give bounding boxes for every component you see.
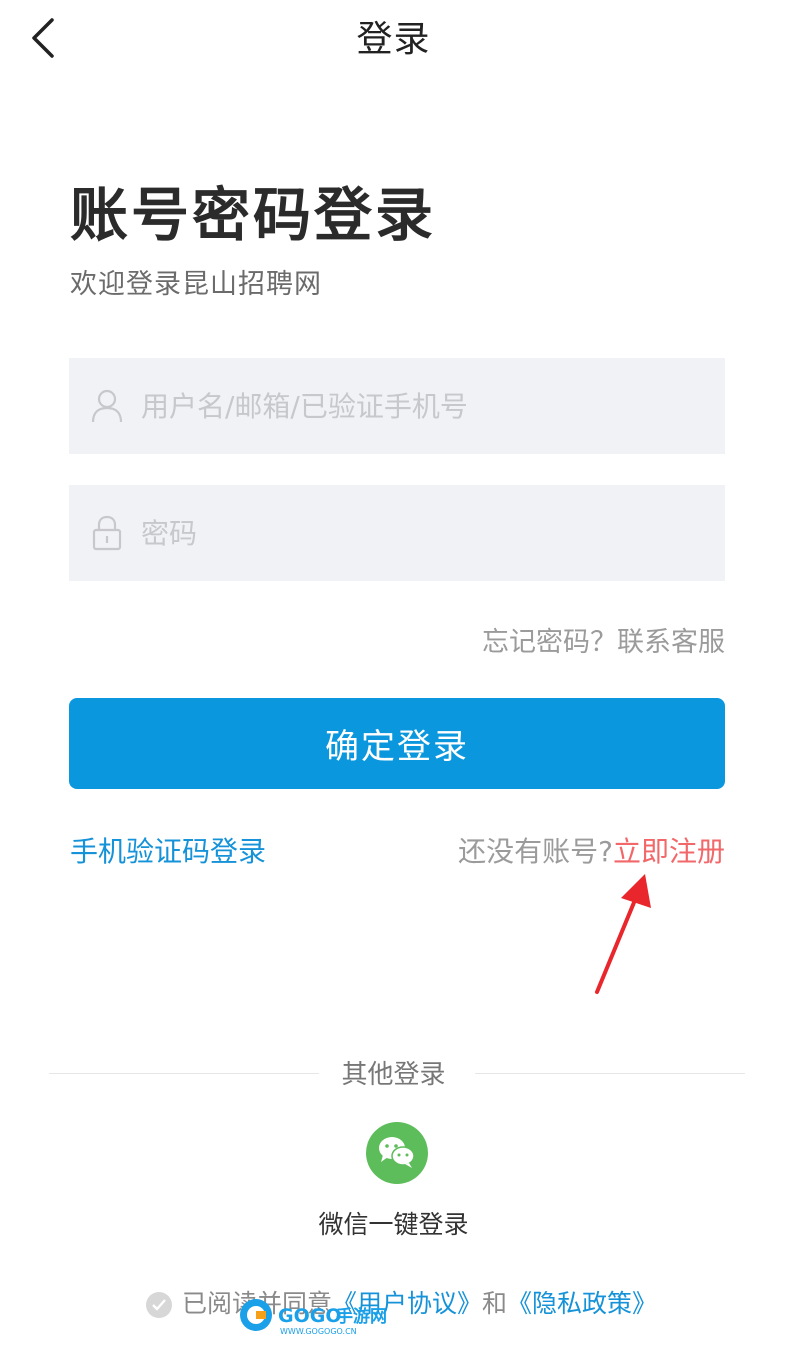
svg-text:GOGO: GOGO bbox=[278, 1305, 342, 1327]
user-icon bbox=[91, 388, 123, 424]
privacy-policy-link[interactable]: 《隐私政策》 bbox=[507, 1289, 657, 1318]
sms-login-link[interactable]: 手机验证码登录 bbox=[70, 830, 266, 870]
agreement-and: 和 bbox=[482, 1289, 508, 1318]
register-prompt: 还没有账号?立即注册 bbox=[458, 830, 725, 870]
page-title: 账号密码登录 bbox=[70, 181, 437, 249]
check-icon bbox=[152, 1299, 166, 1311]
agree-checkbox[interactable] bbox=[146, 1292, 172, 1318]
annotation-arrow-icon bbox=[595, 874, 651, 994]
agreement-row: 已阅读并同意《用户协议》和《隐私政策》 bbox=[146, 1284, 657, 1320]
wechat-login-button[interactable] bbox=[366, 1122, 428, 1184]
password-input[interactable] bbox=[141, 485, 701, 581]
page-subtitle: 欢迎登录昆山招聘网 bbox=[70, 269, 322, 300]
forgot-password-link[interactable]: 忘记密码？联系客服 bbox=[482, 620, 725, 659]
login-button[interactable]: 确定登录 bbox=[69, 698, 725, 789]
username-input[interactable] bbox=[141, 358, 701, 454]
svg-text:手游网: 手游网 bbox=[336, 1306, 387, 1327]
watermark-logo: GOGO 手游网 WWW.GOGOGO.CN bbox=[240, 1299, 387, 1336]
lock-icon bbox=[91, 515, 123, 551]
other-login-label: 其他登录 bbox=[341, 1060, 446, 1090]
register-link[interactable]: 立即注册 bbox=[613, 835, 725, 868]
password-field[interactable] bbox=[69, 485, 725, 581]
header-title: 登录 bbox=[356, 19, 431, 60]
username-field[interactable] bbox=[69, 358, 725, 454]
wechat-login-label: 微信一键登录 bbox=[318, 1210, 469, 1239]
svg-text:WWW.GOGOGO.CN: WWW.GOGOGO.CN bbox=[280, 1327, 357, 1336]
wechat-icon bbox=[379, 1137, 415, 1168]
no-account-text: 还没有账号? bbox=[458, 835, 613, 868]
